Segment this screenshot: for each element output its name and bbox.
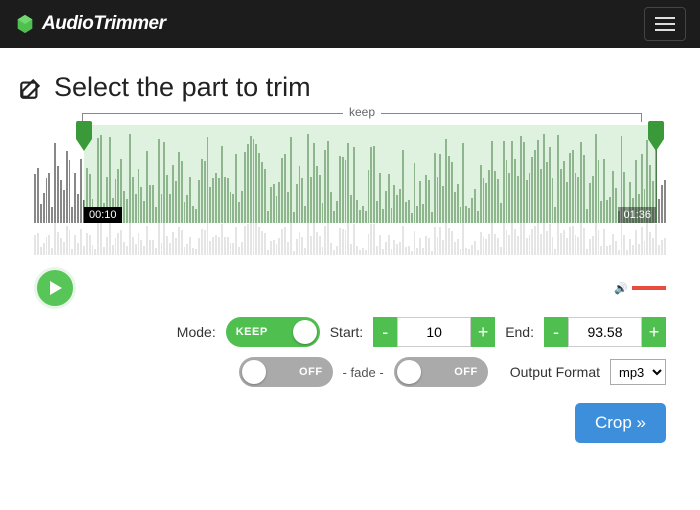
keep-label: keep [343,105,381,119]
format-label: Output Format [510,364,600,380]
speaker-icon: 🔊 [614,282,628,295]
play-button[interactable] [34,267,76,309]
start-input[interactable] [397,317,471,347]
end-plus-button[interactable]: + [642,317,666,347]
end-minus-button[interactable]: - [544,317,568,347]
play-icon [47,280,63,296]
trim-handle-end[interactable] [645,121,667,151]
crop-button[interactable]: Crop » [575,403,666,443]
waveform[interactable]: 00:10 01:36 [34,125,666,255]
start-label: Start: [330,324,363,340]
heading-text: Select the part to trim [54,72,311,103]
toggle-knob [397,360,421,384]
toggle-knob [242,360,266,384]
end-input[interactable] [568,317,642,347]
start-minus-button[interactable]: - [373,317,397,347]
edit-icon [18,75,44,101]
fade-out-toggle[interactable]: OFF [394,357,488,387]
mode-label: Mode: [177,324,216,340]
page-heading: Select the part to trim [18,72,682,103]
mode-toggle[interactable]: KEEP [226,317,320,347]
fade-label: - fade - [343,365,384,380]
format-select[interactable]: mp3 [610,359,666,385]
start-time-tag: 00:10 [84,207,122,223]
end-label: End: [505,324,534,340]
top-navbar: AudioTrimmer [0,0,700,48]
logo-icon [14,13,36,35]
keep-bracket: keep [82,113,642,123]
toggle-knob [293,320,317,344]
volume-control[interactable]: 🔊 [614,282,666,295]
fade-in-label: OFF [299,366,323,378]
brand-logo: AudioTrimmer [14,13,166,35]
brand-text: AudioTrimmer [42,13,166,35]
start-plus-button[interactable]: + [471,317,495,347]
trim-handle-start[interactable] [73,121,95,151]
fade-in-toggle[interactable]: OFF [239,357,333,387]
fade-out-label: OFF [454,366,478,378]
mode-toggle-label: KEEP [236,326,268,338]
volume-slider[interactable] [632,286,666,290]
end-time-tag: 01:36 [618,207,656,223]
menu-button[interactable] [644,7,686,41]
